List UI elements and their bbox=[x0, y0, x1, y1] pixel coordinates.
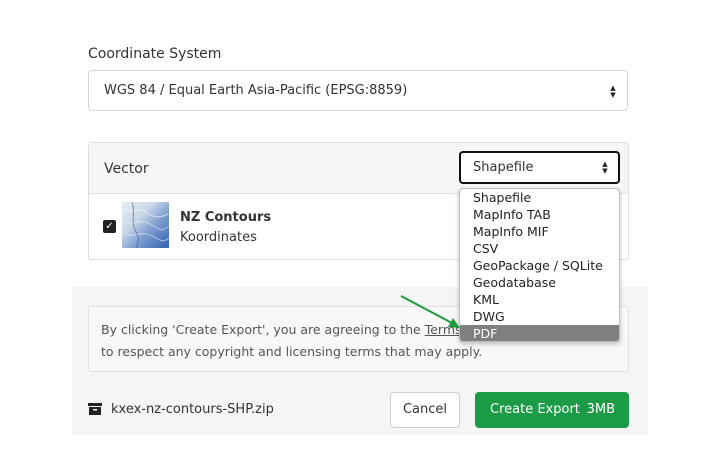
select-arrows-icon: ▲ ▼ bbox=[610, 84, 616, 99]
format-dropdown-list[interactable]: Shapefile MapInfo TAB MapInfo MIF CSV GeoPac… bbox=[459, 188, 620, 342]
export-size: 3MB bbox=[586, 402, 615, 417]
format-option[interactable]: GeoPackage / SQLite bbox=[460, 257, 619, 274]
create-export-button[interactable]: Create Export 3MB bbox=[475, 392, 629, 428]
format-option[interactable]: DWG bbox=[460, 308, 619, 325]
vector-header: Vector Shapefile ▲ ▼ bbox=[89, 143, 628, 194]
coordinate-system-label: Coordinate System bbox=[88, 46, 222, 62]
format-option[interactable]: Geodatabase bbox=[460, 274, 619, 291]
vector-title: Vector bbox=[104, 161, 149, 177]
format-option[interactable]: KML bbox=[460, 291, 619, 308]
format-option[interactable]: PDF bbox=[460, 325, 619, 341]
layer-publisher: Koordinates bbox=[180, 230, 257, 245]
cancel-button[interactable]: Cancel bbox=[390, 392, 460, 428]
annotation-arrow-icon bbox=[400, 295, 460, 328]
terms-prefix: By clicking 'Create Export', you are agr… bbox=[101, 322, 421, 337]
format-select-value: Shapefile bbox=[473, 160, 534, 175]
format-option[interactable]: Shapefile bbox=[460, 189, 619, 206]
coordinate-system-value: WGS 84 / Equal Earth Asia-Pacific (EPSG:… bbox=[104, 83, 408, 98]
create-export-label: Create Export bbox=[490, 402, 580, 417]
archive-icon bbox=[88, 403, 102, 415]
select-arrows-icon: ▲ ▼ bbox=[602, 160, 608, 175]
export-file-name: kxex-nz-contours-SHP.zip bbox=[111, 402, 274, 417]
format-option[interactable]: CSV bbox=[460, 240, 619, 257]
layer-thumbnail bbox=[122, 202, 169, 248]
terms-line-2: to respect any copyright and licensing t… bbox=[101, 344, 483, 359]
layer-name: NZ Contours bbox=[180, 210, 272, 225]
format-option[interactable]: MapInfo TAB bbox=[460, 206, 619, 223]
coordinate-system-select[interactable]: WGS 84 / Equal Earth Asia-Pacific (EPSG:… bbox=[88, 70, 628, 111]
format-option[interactable]: MapInfo MIF bbox=[460, 223, 619, 240]
format-select[interactable]: Shapefile ▲ ▼ bbox=[459, 151, 620, 184]
layer-checkbox[interactable]: ✓ bbox=[103, 220, 116, 233]
